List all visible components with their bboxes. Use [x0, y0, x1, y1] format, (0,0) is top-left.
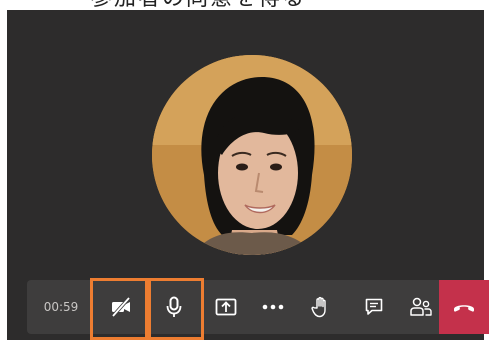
leave-call-button[interactable]	[439, 280, 489, 334]
microphone-icon	[166, 296, 182, 317]
camera-toggle-button[interactable]	[97, 280, 145, 334]
share-screen-icon	[215, 298, 237, 316]
more-icon	[262, 304, 284, 310]
hand-icon	[311, 296, 326, 318]
participant-avatar	[152, 55, 352, 255]
hang-up-icon	[454, 305, 474, 312]
video-off-icon	[111, 296, 131, 318]
chat-button[interactable]	[350, 280, 398, 334]
more-actions-button[interactable]	[249, 280, 297, 334]
header-caption: ー参加者の同意を得る	[66, 0, 306, 10]
call-control-bar: 00:59	[27, 280, 489, 334]
header-strip: ー参加者の同意を得る	[0, 0, 491, 10]
participants-button[interactable]	[397, 280, 445, 334]
people-icon	[410, 297, 432, 316]
mic-toggle-button[interactable]	[150, 280, 198, 334]
call-timer: 00:59	[43, 300, 79, 314]
participant-photo	[152, 55, 352, 255]
raise-hand-button[interactable]	[297, 280, 345, 334]
chat-icon	[365, 298, 383, 315]
share-screen-button[interactable]	[202, 280, 250, 334]
video-stage: 00:59	[7, 10, 489, 340]
